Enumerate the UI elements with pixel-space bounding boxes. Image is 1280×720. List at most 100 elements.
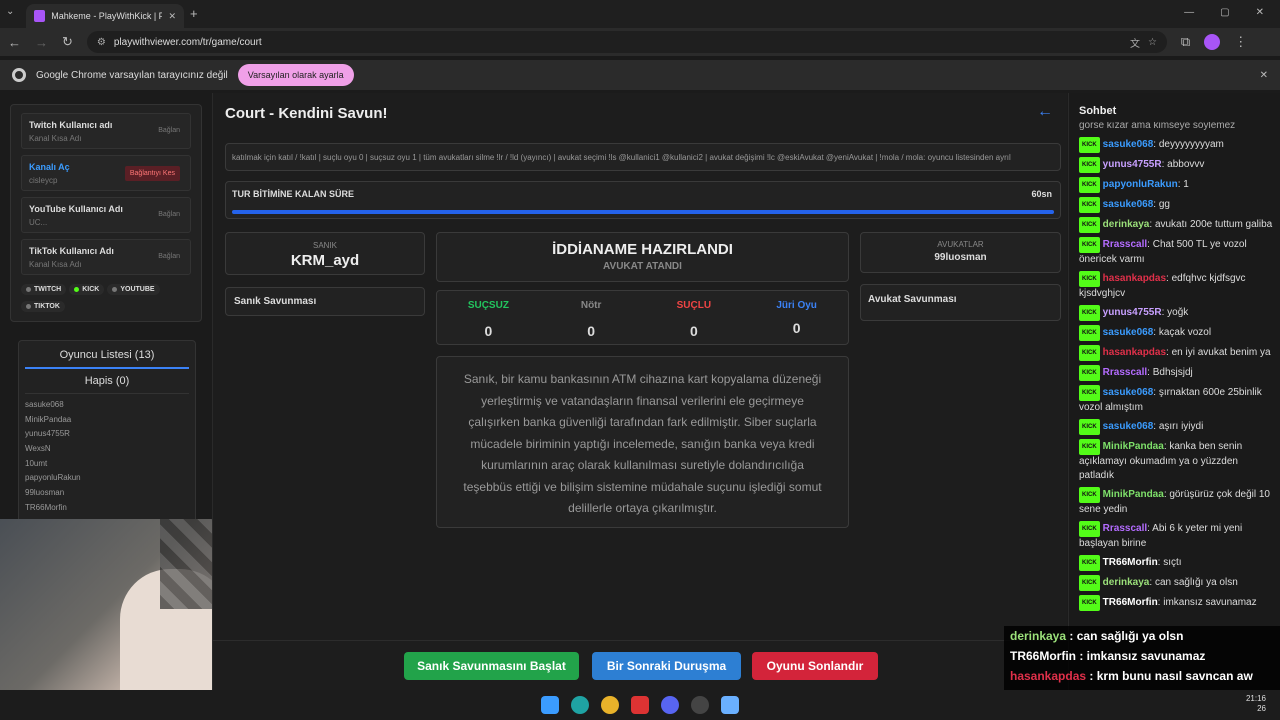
player-list-item: 99luosman <box>25 488 65 498</box>
overlay-chat-line: derinkaya : can sağlığı ya olsn <box>1004 626 1280 646</box>
extensions-icon[interactable]: ⧉ <box>1181 34 1190 50</box>
connection-card: Twitch Kullanıcı adı Kanal Kısa Adı Bağlan <box>21 113 191 149</box>
chat-username[interactable]: hasankapdas <box>1103 347 1166 358</box>
maximize-icon[interactable]: ▢ <box>1220 7 1229 18</box>
platform-label: YOUTUBE <box>120 286 155 293</box>
kick-badge-icon: KICK <box>1079 555 1100 571</box>
infobar-close-icon[interactable]: ✕ <box>1260 70 1268 81</box>
commands-text: katılmak için katıl / !katıl | suçlu oyu… <box>232 153 1011 162</box>
tab-jail[interactable]: Hapis (0) <box>25 369 189 394</box>
overlay-chat-line: TR66Morfin : imkansız savunamaz <box>1004 646 1280 666</box>
chat-message: KICK hasankapdas: en iyi avukat benim ya <box>1079 345 1275 361</box>
defendant-defense-card: Sanık Savunması <box>225 287 425 316</box>
chat-message: KICK sasuke068: şırnaktan 600e 25binlik v… <box>1079 385 1275 415</box>
app-icon-blue[interactable] <box>721 696 739 714</box>
clock-time: 21:16 <box>1245 694 1266 703</box>
overlay-username: hasankapdas <box>1010 669 1087 683</box>
chat-username[interactable]: sasuke068 <box>1103 199 1154 210</box>
windows-start-icon[interactable] <box>541 696 559 714</box>
chat-message: KICK Rrasscall: Chat 500 TL ye vozol öner… <box>1079 237 1275 267</box>
bookmark-star-icon[interactable]: ☆ <box>1148 37 1157 48</box>
chat-username[interactable]: Rrasscall <box>1103 523 1147 534</box>
chat-username[interactable]: MinikPandaa <box>1103 489 1164 500</box>
chat-username[interactable]: TR66Morfin <box>1103 557 1158 568</box>
platform-toggle-twitch[interactable]: TWITCH <box>21 284 67 295</box>
new-tab-icon[interactable]: + <box>190 6 198 21</box>
forward-icon[interactable]: → <box>35 35 48 50</box>
start-defense-button[interactable]: Sanık Savunmasını Başlat <box>404 652 579 680</box>
tab-list-button[interactable]: ⌄ <box>6 6 14 17</box>
chat-username[interactable]: derinkaya <box>1103 577 1150 588</box>
chat-username[interactable]: Rrasscall <box>1103 239 1147 250</box>
chat-username[interactable]: yunus4755R <box>1103 159 1162 170</box>
vote-column: SUÇLU 0 <box>643 291 746 344</box>
timer-label: TUR BİTİMİNE KALAN SÜRE <box>232 189 354 199</box>
kick-badge-icon: KICK <box>1079 365 1100 381</box>
close-window-icon[interactable]: ✕ <box>1256 7 1264 18</box>
platform-toggle-kick[interactable]: KICK <box>69 284 105 295</box>
minimize-icon[interactable]: — <box>1184 7 1194 18</box>
chat-message: KICK derinkaya: can sağlığı ya olsn <box>1079 575 1275 591</box>
chat-username[interactable]: hasankapdas <box>1103 273 1166 284</box>
chat-text: aşırı iyiydi <box>1158 421 1204 432</box>
overlay-username: TR66Morfin <box>1010 649 1076 663</box>
discord-icon[interactable] <box>661 696 679 714</box>
chat-text: kaçak vozol <box>1158 327 1212 338</box>
chat-message: KICK TR66Morfin: imkansız savunamaz <box>1079 595 1275 611</box>
end-game-button[interactable]: Oyunu Sonlandır <box>752 652 878 680</box>
back-icon[interactable]: ← <box>8 35 21 50</box>
platform-status-dot <box>26 287 31 292</box>
player-list-item: papyonluRakun <box>25 473 81 483</box>
chat-username[interactable]: papyonluRakun <box>1103 179 1178 190</box>
edge-icon[interactable] <box>571 696 589 714</box>
close-tab-icon[interactable]: ✕ <box>168 11 176 22</box>
translate-icon[interactable]: 文 <box>1130 35 1140 50</box>
connection-card: Kanalı Aç cisleycp Bağlantıyı Kes <box>21 155 191 191</box>
browser-tab[interactable]: Mahkeme - PlayWithKick | PlayW ✕ <box>26 4 184 28</box>
app-icon-red[interactable] <box>631 696 649 714</box>
player-list-item: sasuke068 <box>25 400 64 409</box>
player-list-item: MinikPandaa <box>25 414 72 424</box>
tab-player-list[interactable]: Oyuncu Listesi (13) <box>25 349 189 369</box>
reload-icon[interactable]: ↻ <box>62 34 73 50</box>
chrome-taskbar-icon[interactable] <box>601 696 619 714</box>
connection-input[interactable]: Kanal Kısa Adı <box>29 134 183 143</box>
site-info-icon[interactable]: ⚙ <box>97 37 106 48</box>
chat-username[interactable]: sasuke068 <box>1103 421 1154 432</box>
overlay-separator: : <box>1086 669 1097 683</box>
chat-username[interactable]: yunus4755R <box>1103 307 1162 318</box>
indictment-card: Sanık, bir kamu bankasının ATM cihazına … <box>436 356 849 528</box>
vote-count: 0 <box>689 323 698 339</box>
votes-card: SUÇSUZ 0 Nötr 0 SUÇLU 0 Jüri Oyu 0 <box>436 290 849 345</box>
next-hearing-button[interactable]: Bir Sonraki Duruşma <box>592 652 741 680</box>
chat-message: KICK derinkaya: avukatı 200e tuttum galib… <box>1079 217 1275 233</box>
url-field[interactable]: ⚙ playwithviewer.com/tr/game/court 文 ☆ <box>86 31 1167 53</box>
connections-panel: Twitch Kullanıcı adı Kanal Kısa Adı Bağlan… <box>10 104 202 322</box>
defendant-card: SANIK KRM_ayd <box>225 232 425 275</box>
menu-dots-icon[interactable]: ⋮ <box>1234 34 1247 50</box>
disconnect-button[interactable]: Bağlantıyı Kes <box>124 166 180 181</box>
back-arrow-icon[interactable]: ← <box>1037 103 1053 121</box>
chat-message: KICK yunus4755R: yoğk <box>1079 305 1275 321</box>
chat-username[interactable]: sasuke068 <box>1103 327 1154 338</box>
obs-icon[interactable] <box>691 696 709 714</box>
chat-username[interactable]: MinikPandaa <box>1103 441 1164 452</box>
chat-username[interactable]: sasuke068 <box>1103 387 1154 398</box>
connect-button[interactable]: Bağlan <box>158 127 180 134</box>
chat-username[interactable]: Rrasscall <box>1103 367 1147 378</box>
connect-button[interactable]: Bağlan <box>158 211 180 218</box>
set-default-button[interactable]: Varsayılan olarak ayarla <box>237 64 354 86</box>
chat-message: KICK sasuke068: aşırı iyiydi <box>1079 419 1275 435</box>
chat-username[interactable]: TR66Morfin <box>1103 597 1158 608</box>
vote-column: SUÇSUZ 0 <box>437 291 540 344</box>
chat-messages[interactable]: KICK sasuke068: deyyyyyyyyam KICK yunus4755… <box>1079 137 1275 615</box>
chat-username[interactable]: sasuke068 <box>1103 139 1154 150</box>
platform-status-dot <box>74 287 80 292</box>
connect-button[interactable]: Bağlan <box>158 253 180 260</box>
platform-toggle-tiktok[interactable]: TIKTOK <box>21 301 65 312</box>
platform-toggle-youtube[interactable]: YOUTUBE <box>107 284 160 295</box>
chat-username[interactable]: derinkaya <box>1103 219 1150 230</box>
profile-avatar[interactable] <box>1204 34 1221 50</box>
connection-input[interactable]: Kanal Kısa Adı <box>29 260 183 269</box>
connection-input[interactable]: UC... <box>29 218 183 227</box>
